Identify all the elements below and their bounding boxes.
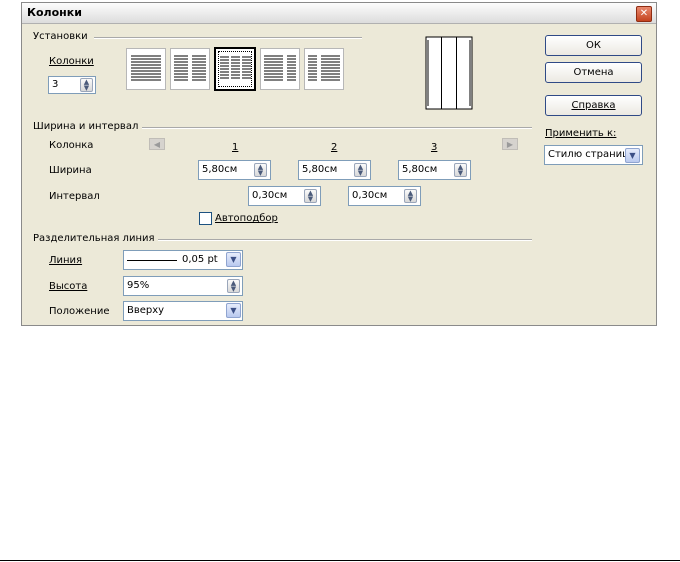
close-button[interactable]: ✕ [636,6,652,22]
preset-2-columns-icon [174,55,206,81]
autofit-checkbox[interactable] [199,212,212,225]
width-value-1: 5,80см [202,164,238,175]
preset-2-columns-wide-right[interactable] [304,48,344,90]
width-value-2: 5,80см [302,164,338,175]
width-spinner-1[interactable]: ▲ ▼ [254,163,267,177]
line-style-dropdown-arrow[interactable]: ▼ [226,252,241,267]
preset-1-column[interactable] [126,48,166,90]
position-dropdown-arrow[interactable]: ▼ [226,303,241,318]
bottom-border-line [0,560,680,561]
width-spinner-3[interactable]: ▲ ▼ [454,163,467,177]
arrow-left-icon: ◀ [153,140,161,149]
column-number-3: 3 [431,142,438,153]
position-value: Вверху [127,305,165,316]
preset-wide-right-icon [308,55,340,81]
preset-wide-left-icon [264,55,296,81]
preset-2-columns[interactable] [170,48,210,90]
help-button[interactable]: Справка [545,95,642,116]
chevron-down-icon: ▼ [230,306,237,315]
spacing-spinner-1[interactable]: ▲ ▼ [304,189,317,203]
scroll-right-button[interactable]: ▶ [502,138,518,150]
height-value: 95% [127,280,150,291]
width-row-label: Ширина [49,165,92,176]
column-number-1: 1 [232,142,239,153]
width-spacing-group-label: Ширина и интервал [33,121,139,132]
position-label: Положение [49,306,110,317]
title-bar: Колонки ✕ [22,3,656,24]
spacing-row-label: Интервал [49,191,100,202]
columns-count-value: 3 [52,79,59,90]
preset-1-column-icon [131,55,161,81]
height-label: Высота [49,281,88,292]
preset-2-columns-wide-left[interactable] [260,48,300,90]
spacing-value-1: 0,30см [252,190,288,201]
line-label: Линия [49,255,83,266]
autofit-label: Автоподбор [215,213,278,224]
line-sample [127,260,177,261]
ok-button[interactable]: ОК [545,35,642,56]
spacing-spinner-2[interactable]: ▲ ▼ [404,189,417,203]
position-select[interactable]: Вверху [123,301,243,321]
line-style-select[interactable]: 0,05 pt [123,250,243,270]
dialog-title: Колонки [27,6,82,19]
width-spinner-2[interactable]: ▲ ▼ [354,163,367,177]
preset-3-columns-icon [220,56,251,79]
separator-group-label: Разделительная линия [33,233,155,244]
apply-to-label: Применить к: [545,128,617,139]
close-icon: ✕ [639,8,649,19]
columns-dialog: Колонки ✕ Установки Колонки 3 ▲ ▼ Ширина… [21,2,657,326]
height-spinner[interactable]: ▲ ▼ [227,279,240,293]
scroll-left-button[interactable]: ◀ [149,138,165,150]
column-row-label: Колонка [49,140,94,151]
columns-preview [425,36,473,110]
columns-label: Колонки [49,56,94,67]
width-spacing-divider [142,127,532,129]
preset-3-columns[interactable] [214,47,256,91]
width-value-3: 5,80см [402,164,438,175]
chevron-down-icon: ▼ [629,151,636,160]
chevron-down-icon: ▼ [230,255,237,264]
apply-to-value: Стилю страниц [548,149,629,160]
height-field[interactable]: 95% [123,276,243,296]
column-number-2: 2 [331,142,338,153]
arrow-right-icon: ▶ [506,140,514,149]
apply-to-dropdown-arrow[interactable]: ▼ [625,148,640,163]
settings-group-label: Установки [33,31,88,42]
separator-divider [158,239,532,241]
line-style-value: 0,05 pt [182,254,218,265]
settings-divider [94,37,362,39]
spacing-value-2: 0,30см [352,190,388,201]
cancel-button[interactable]: Отмена [545,62,642,83]
columns-count-spinner[interactable]: ▲ ▼ [80,78,93,92]
